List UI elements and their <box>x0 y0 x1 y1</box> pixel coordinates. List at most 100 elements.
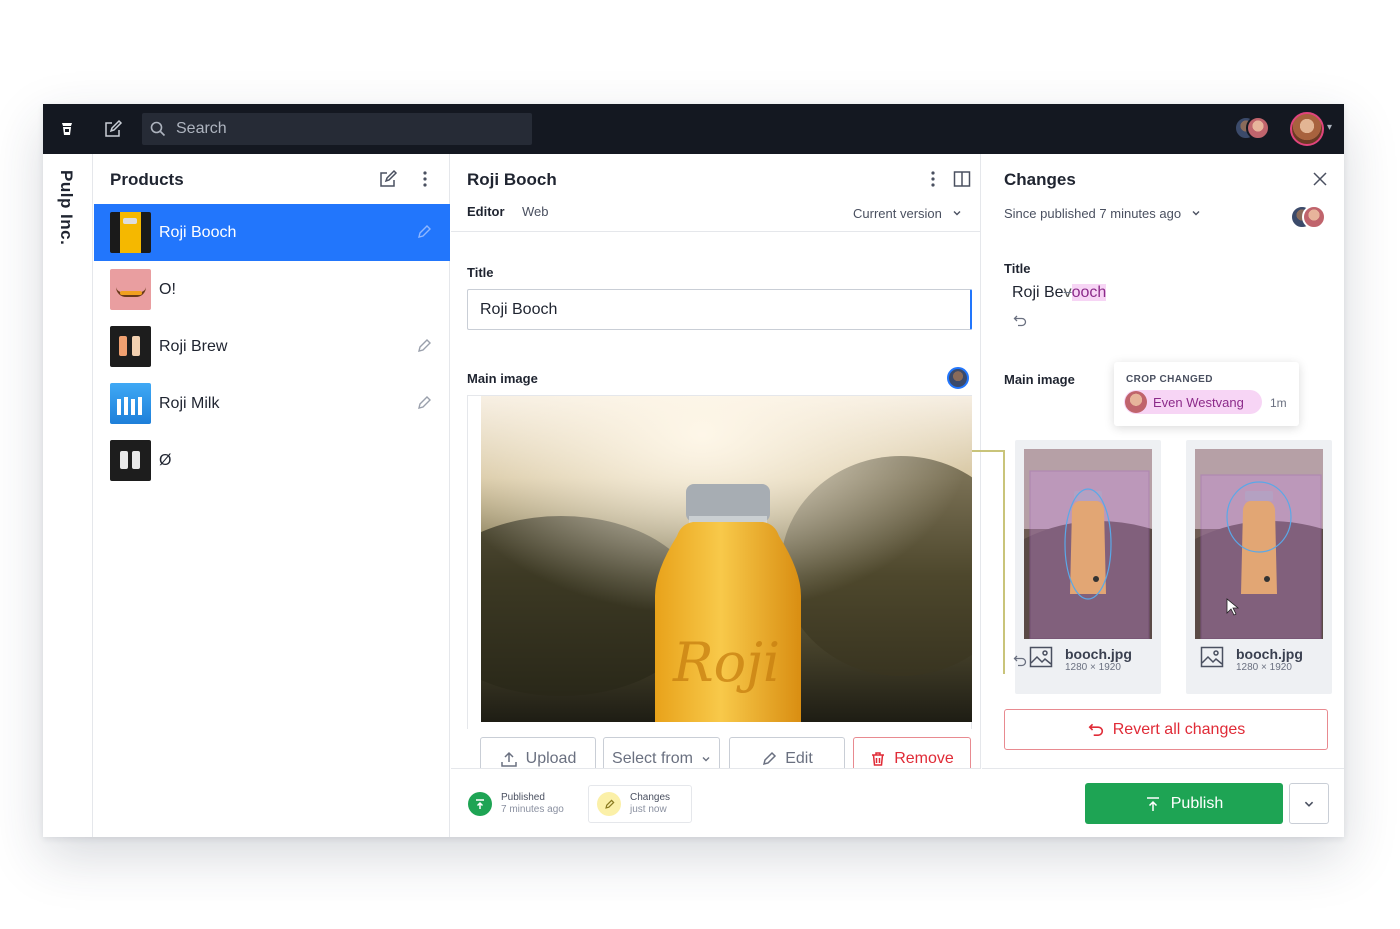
image-after-preview <box>1195 449 1323 639</box>
tab-editor[interactable]: Editor <box>467 204 505 219</box>
chevron-down-icon <box>953 211 960 216</box>
changes-title: Changes <box>630 792 671 803</box>
image-file-icon <box>1200 646 1224 668</box>
products-title: Products <box>110 170 184 189</box>
divider <box>451 231 981 232</box>
top-bar: ▾ <box>43 104 1344 154</box>
since-label: Since published 7 minutes ago <box>1004 206 1182 221</box>
changes-title: Changes <box>1004 170 1076 189</box>
change-authors[interactable] <box>1290 205 1330 229</box>
upload-label: Upload <box>525 749 577 767</box>
presence-avatars[interactable] <box>1234 116 1270 142</box>
app-window: ▾ Pulp Inc. Products Roji Booch <box>43 104 1344 837</box>
revert-label: Revert all changes <box>1112 720 1246 738</box>
publish-icon <box>1146 796 1159 811</box>
title-diff-label: Title <box>1004 261 1031 276</box>
product-item-roji-brew[interactable]: Roji Brew <box>94 318 450 375</box>
edited-pencil-icon <box>418 396 431 409</box>
logo-icon[interactable] <box>55 117 79 141</box>
select-from-label: Select from <box>612 749 693 767</box>
editor-footer: Published 7 minutes ago Changes just now <box>451 768 981 837</box>
publish-button[interactable]: Publish <box>1085 783 1283 824</box>
diff-inserted: ooch <box>1071 284 1107 301</box>
diff-connector <box>1003 450 1005 674</box>
chevron-down-icon <box>1192 211 1200 216</box>
product-item-o-slash[interactable]: Ø <box>94 432 450 489</box>
popover-label: CROP CHANGED <box>1126 374 1213 385</box>
undo-icon[interactable] <box>1013 314 1027 328</box>
product-name: Roji Milk <box>159 394 220 412</box>
edited-pencil-icon <box>418 339 431 352</box>
edited-pencil-icon <box>418 225 431 238</box>
published-title: Published <box>501 792 545 803</box>
current-user-avatar[interactable] <box>1290 112 1324 146</box>
product-item-roji-milk[interactable]: Roji Milk <box>94 375 450 432</box>
product-name: Roji Booch <box>159 223 237 241</box>
avatar <box>1302 205 1326 229</box>
image-dimensions: 1280 × 1920 <box>1065 662 1121 673</box>
image-dimensions: 1280 × 1920 <box>1236 662 1292 673</box>
main-image-preview[interactable]: Roji <box>481 396 972 722</box>
image-before[interactable]: booch.jpg 1280 × 1920 <box>1015 440 1161 694</box>
publish-label: Publish <box>1170 794 1224 812</box>
image-before-preview <box>1024 449 1152 639</box>
chevron-down-icon[interactable]: ▾ <box>1327 122 1332 133</box>
more-menu-icon[interactable] <box>922 168 944 190</box>
title-diff: Roji Bevooch <box>1012 284 1107 302</box>
diff-deleted: v <box>1063 284 1072 301</box>
product-thumbnail <box>110 269 151 310</box>
title-input[interactable] <box>467 289 972 330</box>
changes-status[interactable]: Changes just now <box>588 785 692 823</box>
pencil-icon <box>597 792 621 816</box>
avatar <box>1125 391 1147 413</box>
changes-time: just now <box>630 804 667 815</box>
upload-icon <box>500 751 517 767</box>
version-selector[interactable]: Current version <box>853 206 962 221</box>
product-thumbnail <box>110 326 151 367</box>
main-image-label: Main image <box>467 371 538 386</box>
edit-label: Edit <box>785 749 813 767</box>
product-item-roji-booch[interactable]: Roji Booch <box>94 204 450 261</box>
popover-user-name: Even Westvang <box>1153 394 1244 410</box>
product-name: Ø <box>159 451 172 469</box>
product-item-o[interactable]: O! <box>94 261 450 318</box>
crop-changed-popover: CROP CHANGED Even Westvang 1m <box>1114 362 1299 426</box>
undo-icon <box>1088 723 1103 736</box>
published-icon <box>468 792 492 816</box>
popover-user[interactable]: Even Westvang <box>1124 390 1262 414</box>
main-image-field: Roji <box>467 395 972 729</box>
document-title: Roji Booch <box>467 170 557 189</box>
close-icon[interactable] <box>1309 168 1331 190</box>
product-name: O! <box>159 280 176 298</box>
search-input[interactable] <box>176 120 516 138</box>
undo-icon[interactable] <box>1013 654 1027 668</box>
more-menu-icon[interactable] <box>414 168 436 190</box>
editor-pane: Roji Booch Editor Web Current version Ti… <box>451 154 981 837</box>
title-field-label: Title <box>467 265 494 280</box>
revert-all-button[interactable]: Revert all changes <box>1004 709 1328 750</box>
published-status[interactable]: Published 7 minutes ago <box>468 785 564 823</box>
product-list: Roji Booch O! Roji Brew Roji Milk Ø <box>94 204 450 489</box>
search-bar[interactable] <box>142 113 532 145</box>
since-selector[interactable]: Since published 7 minutes ago <box>1004 206 1201 221</box>
image-filename: booch.jpg <box>1236 646 1303 662</box>
chevron-down-icon <box>1304 801 1314 807</box>
diff-unchanged: Roji Be <box>1012 284 1064 301</box>
svg-text:Roji: Roji <box>672 631 780 694</box>
search-icon <box>150 121 166 137</box>
compose-icon[interactable] <box>101 117 125 141</box>
split-pane-icon[interactable] <box>951 168 973 190</box>
workspace-name[interactable]: Pulp Inc. <box>56 170 76 245</box>
changes-pane: Changes Since published 7 minutes ago Ti… <box>972 154 1344 837</box>
image-filename: booch.jpg <box>1065 646 1132 662</box>
image-after[interactable]: booch.jpg 1280 × 1920 <box>1186 440 1332 694</box>
field-presence-avatar[interactable] <box>947 367 969 389</box>
published-time: 7 minutes ago <box>501 804 564 815</box>
product-thumbnail <box>110 383 151 424</box>
tab-web[interactable]: Web <box>522 204 549 219</box>
popover-time: 1m <box>1270 396 1287 410</box>
publish-menu-button[interactable] <box>1289 783 1329 824</box>
product-thumbnail <box>110 212 151 253</box>
avatar <box>1246 116 1270 140</box>
new-product-icon[interactable] <box>377 168 399 190</box>
